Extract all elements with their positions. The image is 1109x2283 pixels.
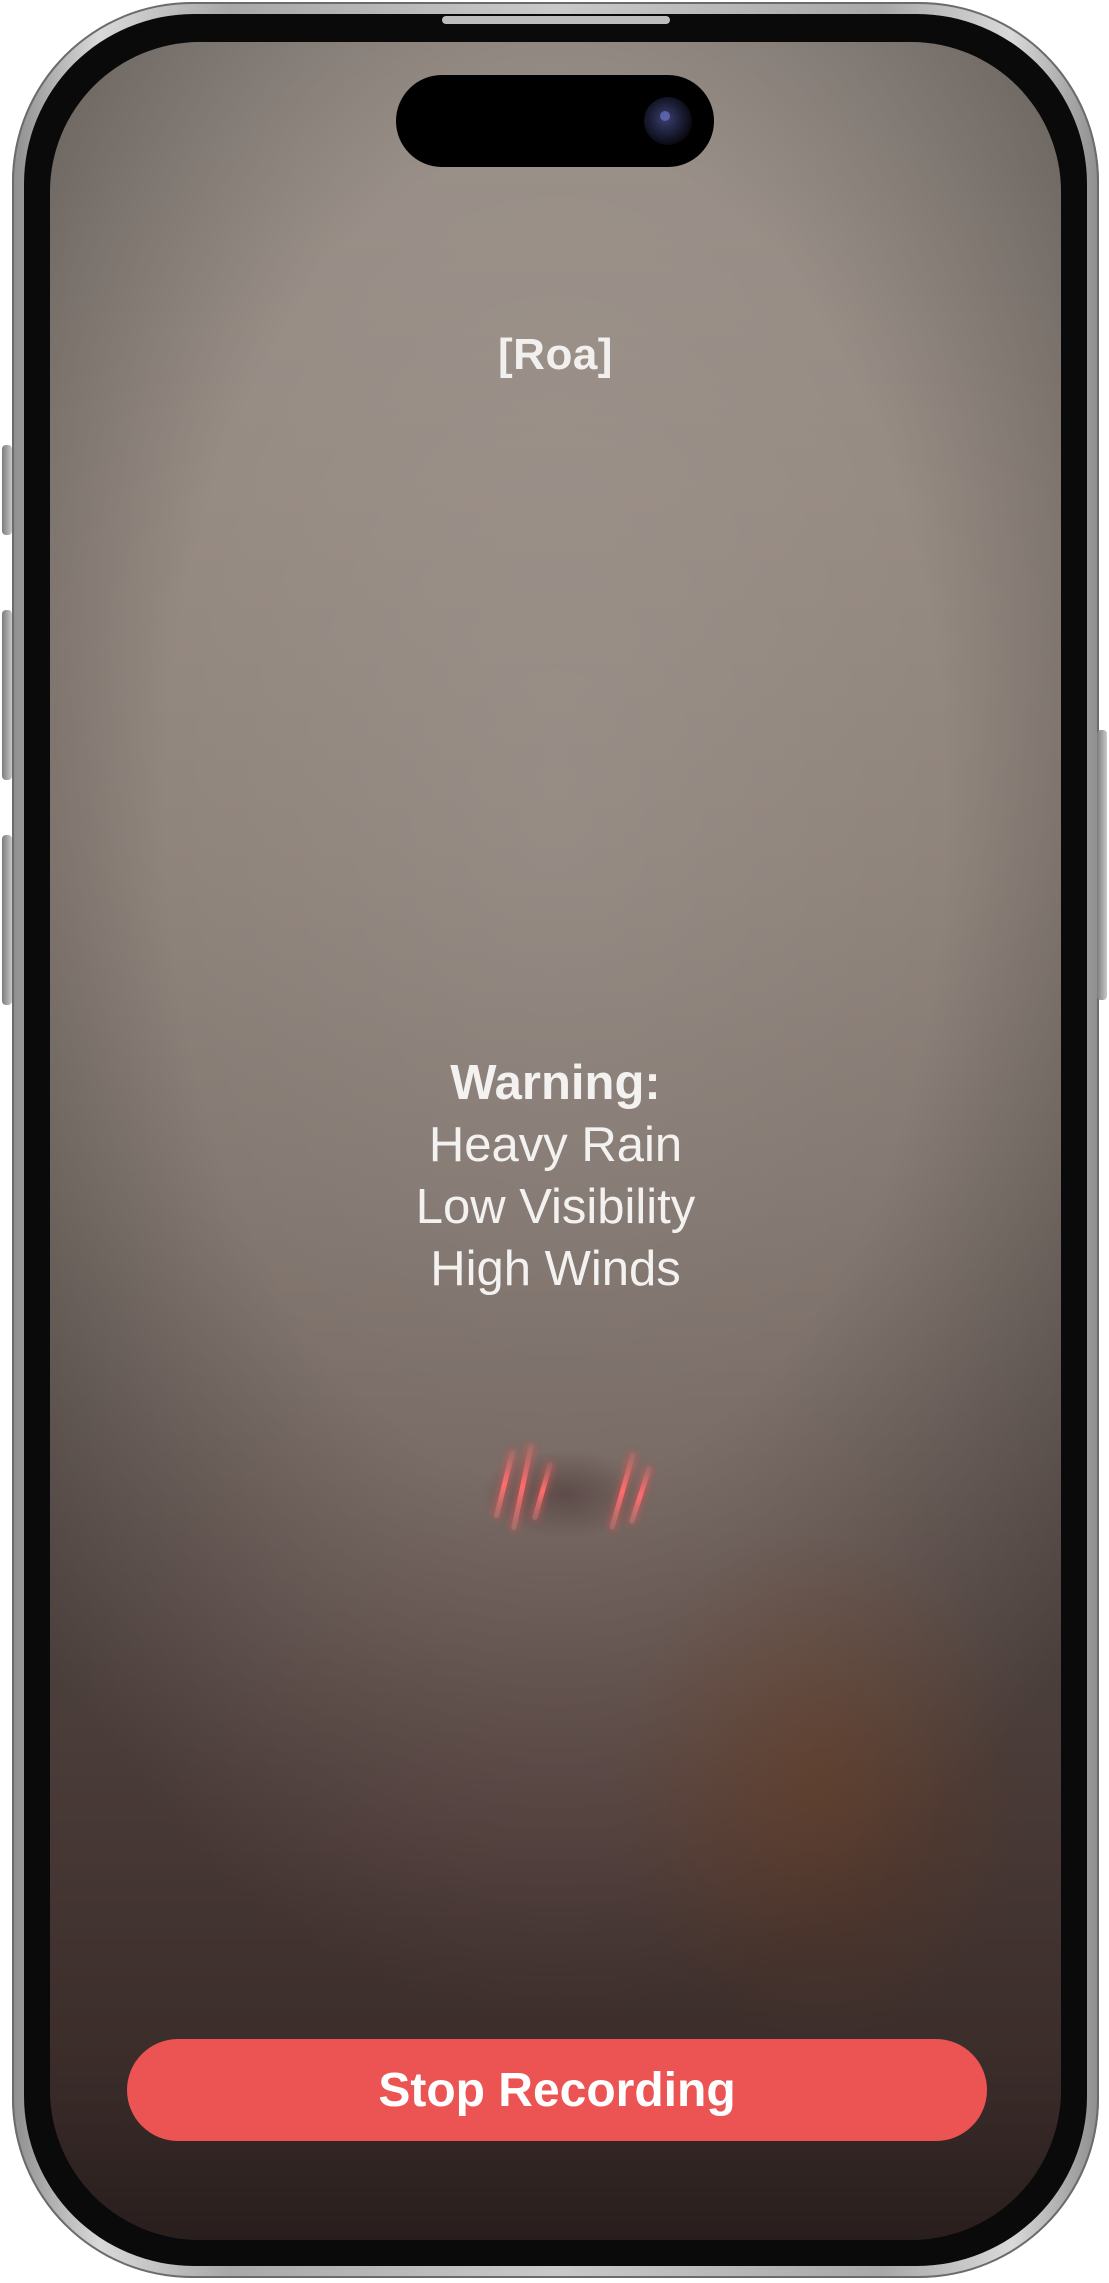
vehicle-taillights bbox=[440, 1437, 700, 1567]
dynamic-island bbox=[396, 75, 714, 167]
action-button bbox=[2, 445, 12, 535]
device-mockup: [Roa] Warning: Heavy Rain Low Visibility… bbox=[0, 0, 1109, 2283]
warning-line-winds: High Winds bbox=[430, 1242, 681, 1296]
stop-recording-button[interactable]: Stop Recording bbox=[127, 2039, 987, 2141]
front-camera-icon bbox=[644, 97, 692, 145]
power-button bbox=[1097, 730, 1107, 1000]
warning-line-rain: Heavy Rain bbox=[428, 1118, 683, 1172]
vehicle-silhouette bbox=[480, 1449, 650, 1539]
road-glow bbox=[610, 1522, 1030, 2042]
camera-feed-screen: [Roa] Warning: Heavy Rain Low Visibility… bbox=[50, 42, 1061, 2240]
warning-line-visibility: Low Visibility bbox=[415, 1180, 696, 1234]
road-label: [Roa] bbox=[498, 330, 613, 379]
volume-up-button bbox=[2, 610, 12, 780]
weather-warning: Warning: Heavy Rain Low Visibility High … bbox=[50, 1052, 1061, 1300]
speaker-grill bbox=[442, 16, 670, 24]
volume-down-button bbox=[2, 835, 12, 1005]
warning-heading: Warning: bbox=[450, 1056, 661, 1110]
